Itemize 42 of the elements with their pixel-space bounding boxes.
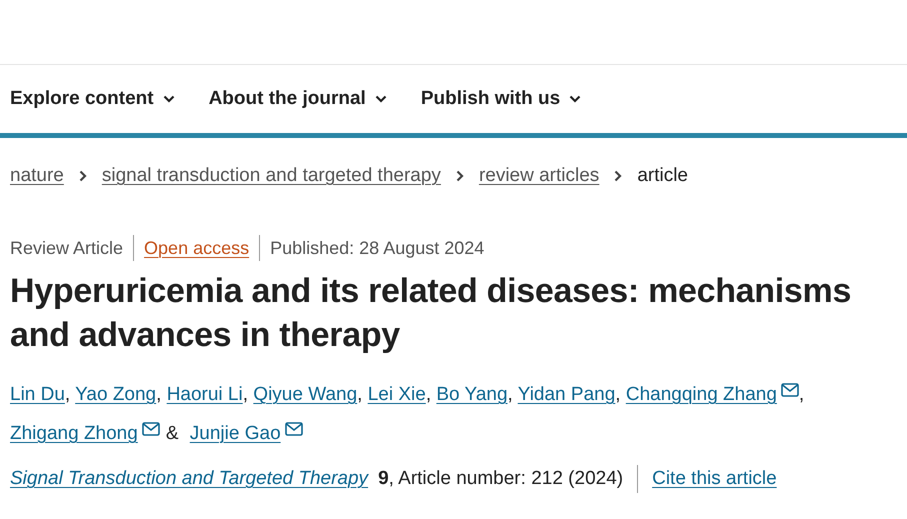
author-link[interactable]: Lin Du xyxy=(10,384,65,405)
author-separator: , xyxy=(508,384,513,405)
mail-icon[interactable] xyxy=(780,383,799,397)
nav-menu-button[interactable]: Publish with us xyxy=(420,88,582,110)
nav-menu-button[interactable]: About the journal xyxy=(208,88,387,110)
breadcrumb-link[interactable]: signal transduction and targeted therapy xyxy=(102,165,441,187)
publish-date: Published: 28 August 2024 xyxy=(270,238,484,258)
author-separator: , xyxy=(615,384,621,405)
mail-icon[interactable] xyxy=(142,422,160,436)
chevron-right-icon xyxy=(614,170,622,182)
journal-link[interactable]: Signal Transduction and Targeted Therapy xyxy=(10,468,368,490)
article-type: Review Article xyxy=(10,238,124,258)
chevron-down-icon xyxy=(374,95,387,103)
author-separator: , xyxy=(798,384,804,405)
author-separator: , xyxy=(156,384,162,405)
author-separator: , xyxy=(64,384,70,405)
author-link[interactable]: Yao Zong xyxy=(75,384,156,405)
author-separator: , xyxy=(357,384,362,405)
nav-menu-button[interactable]: Explore content xyxy=(10,88,175,110)
breadcrumb-current: article xyxy=(637,165,688,187)
author-separator: & xyxy=(166,423,179,444)
author-link[interactable]: Changqing Zhang xyxy=(626,384,777,405)
author-link[interactable]: Junjie Gao xyxy=(190,423,281,444)
open-access-link[interactable]: Open access xyxy=(144,238,250,258)
breadcrumb-link[interactable]: review articles xyxy=(478,165,600,187)
cite-link[interactable]: Cite this article xyxy=(652,468,777,490)
author-link[interactable]: Lei Xie xyxy=(368,384,426,405)
author-link[interactable]: Yidan Pang xyxy=(518,384,616,405)
author-link[interactable]: Haorui Li xyxy=(166,384,243,405)
chevron-down-icon xyxy=(569,95,582,103)
mail-icon[interactable] xyxy=(284,422,303,436)
breadcrumb-link[interactable]: nature xyxy=(10,165,64,187)
chevron-right-icon xyxy=(456,170,464,182)
article-title: Hyperuricemia and its related diseases: mechanisms and advances in therapy xyxy=(10,271,852,356)
author-separator: , xyxy=(242,384,248,405)
citation-details: 9, Article number: 212 (2024) xyxy=(378,468,624,490)
author-separator: , xyxy=(426,384,432,405)
chevron-right-icon xyxy=(78,170,87,182)
author-link[interactable]: Zhigang Zhong xyxy=(10,423,138,444)
author-link[interactable]: Bo Yang xyxy=(436,384,508,405)
chevron-down-icon xyxy=(162,95,175,103)
author-link[interactable]: Qiyue Wang xyxy=(253,384,358,405)
